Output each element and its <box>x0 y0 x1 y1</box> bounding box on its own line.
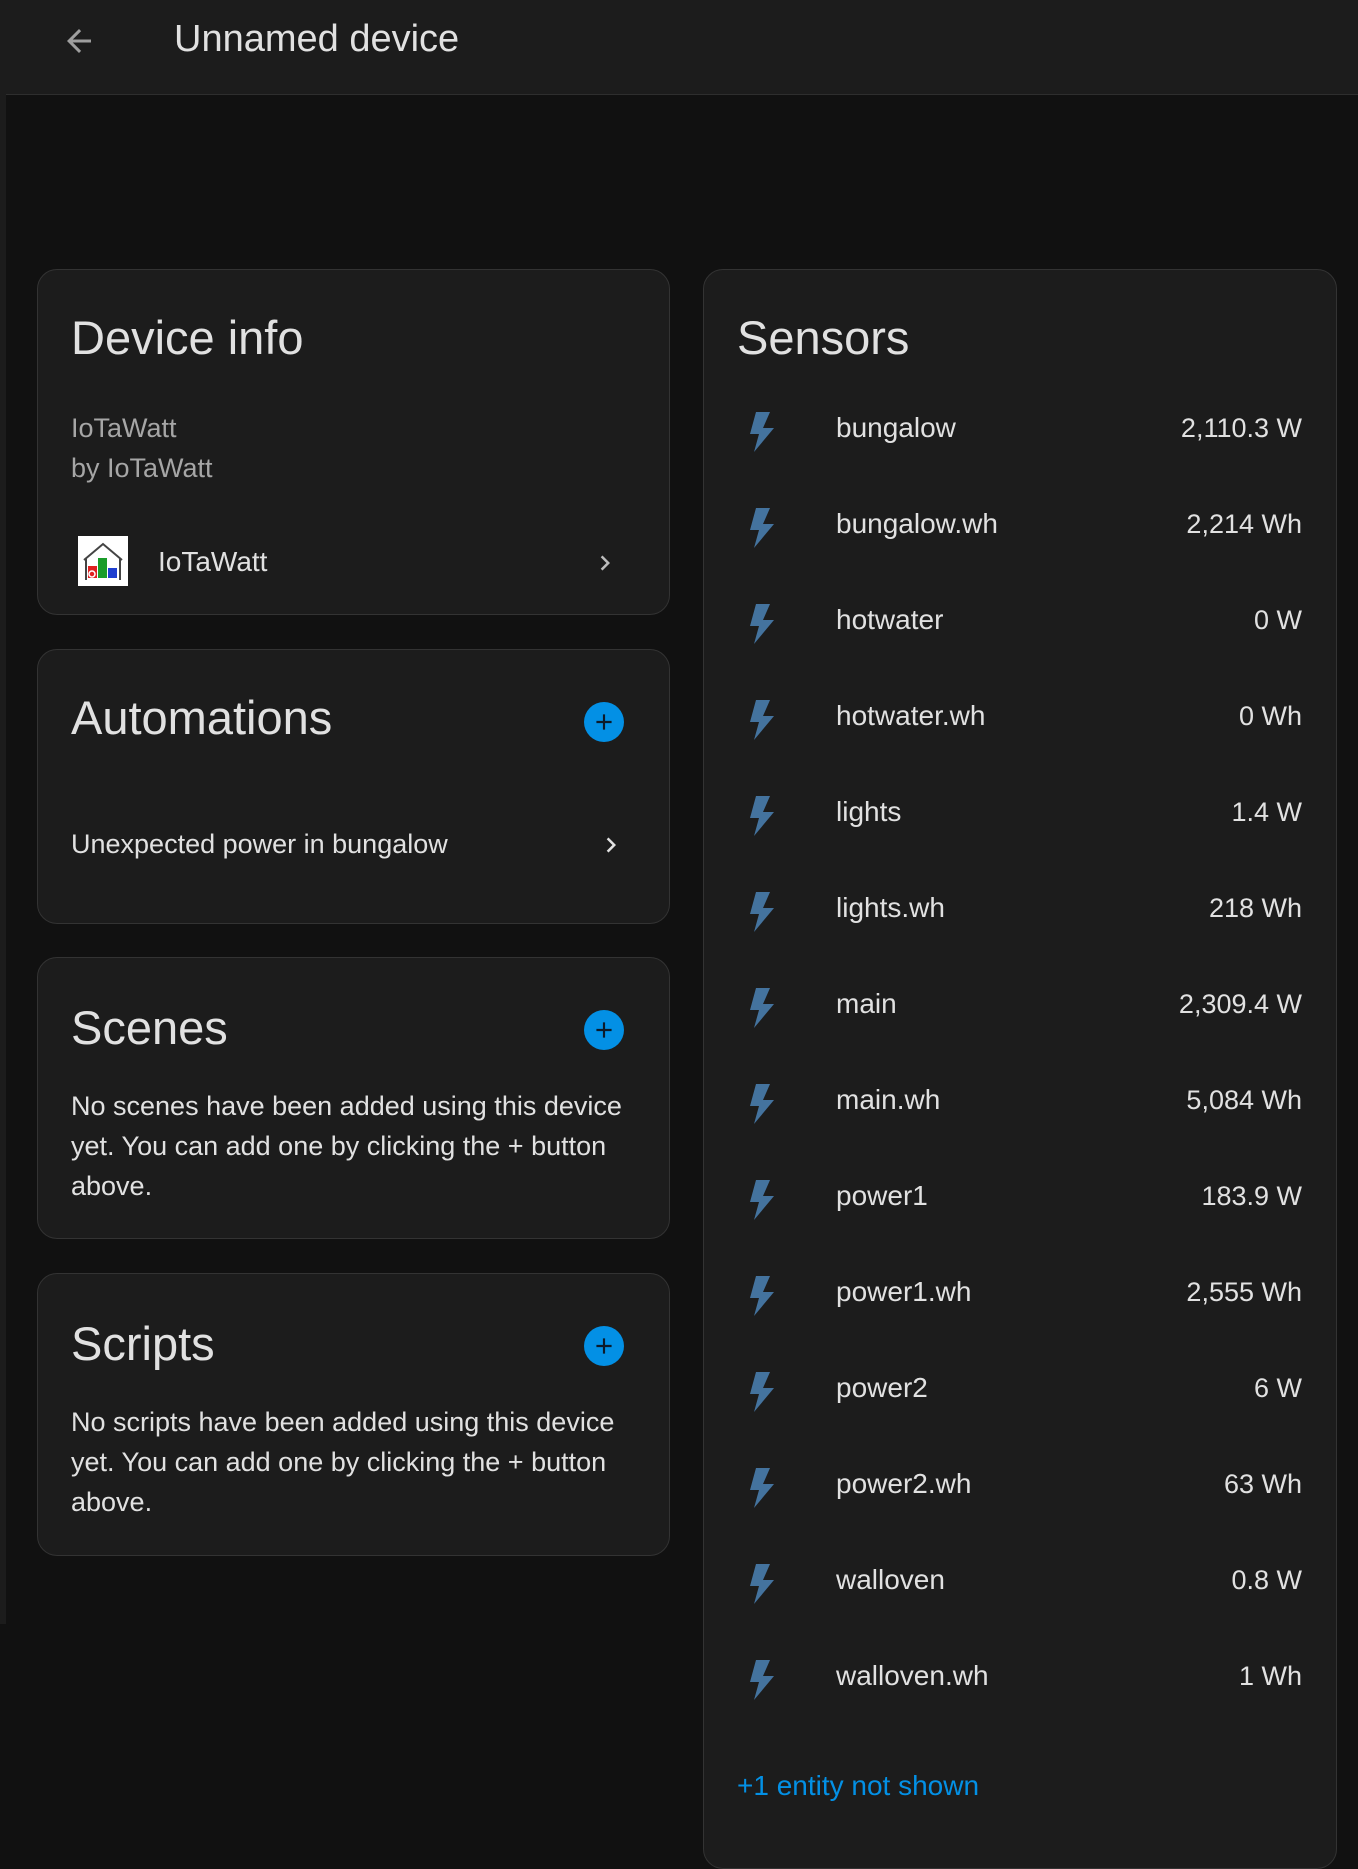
flash-icon <box>744 1274 780 1318</box>
sensor-value: 218 Wh <box>1208 893 1302 923</box>
card-title: Scenes <box>71 1001 228 1054</box>
back-button[interactable] <box>52 14 106 68</box>
sensor-value: 1 Wh <box>1238 1661 1302 1691</box>
top-app-bar: Unnamed device <box>0 0 1358 95</box>
sensor-value: 0.8 W <box>1231 1565 1302 1595</box>
flash-icon <box>744 986 780 1030</box>
sensor-name: walloven.wh <box>836 1660 989 1691</box>
chevron-right-icon <box>590 548 620 578</box>
sensor-name: power2.wh <box>836 1468 972 1499</box>
sensors-card: Sensors bungalow 2,110.3 W bungalow.wh 2,21… <box>703 269 1337 1869</box>
plus-icon <box>596 1338 612 1354</box>
sensor-name: walloven <box>836 1564 945 1595</box>
sensor-name: lights <box>836 796 902 827</box>
entity-not-shown-link[interactable]: +1 entity not shown <box>737 1766 979 1806</box>
plus-icon <box>596 1022 612 1038</box>
flash-icon <box>744 1082 780 1126</box>
scripts-empty-text: No scripts have been added using this de… <box>71 1407 615 1517</box>
flash-icon <box>744 410 780 454</box>
page-title: Unnamed device <box>174 18 460 60</box>
sensor-row[interactable]: bungalow 2,110.3 W <box>704 380 1336 476</box>
card-title: Sensors <box>737 311 910 364</box>
sensor-name: hotwater.wh <box>836 700 986 731</box>
add-automation-button[interactable] <box>584 702 624 742</box>
sensor-value: 2,214 Wh <box>1186 509 1302 539</box>
automations-card: Automations Unexpected power in bungalow <box>37 649 670 924</box>
sensor-row[interactable]: power2.wh 63 Wh <box>704 1436 1336 1532</box>
scenes-empty-text: No scenes have been added using this dev… <box>71 1091 622 1201</box>
sensor-row[interactable]: bungalow.wh 2,214 Wh <box>704 476 1336 572</box>
sensor-row[interactable]: lights.wh 218 Wh <box>704 860 1336 956</box>
sensor-row[interactable]: main.wh 5,084 Wh <box>704 1052 1336 1148</box>
flash-icon <box>744 1466 780 1510</box>
sensor-row[interactable]: power2 6 W <box>704 1340 1336 1436</box>
sensor-value: 63 Wh <box>1223 1469 1302 1499</box>
flash-icon <box>744 698 780 742</box>
sensor-name: power2 <box>836 1372 928 1403</box>
add-scene-button[interactable] <box>584 1010 624 1050</box>
scripts-card: Scripts No scripts have been added using… <box>37 1273 670 1556</box>
scenes-card: Scenes No scenes have been added using t… <box>37 957 670 1239</box>
sensor-row[interactable]: walloven 0.8 W <box>704 1532 1336 1628</box>
sensor-value: 2,309.4 W <box>1178 989 1302 1019</box>
arrow-left-icon <box>67 29 91 53</box>
sensor-value: 183.9 W <box>1201 1181 1302 1211</box>
plus-icon <box>596 714 612 730</box>
sensor-value: 2,110.3 W <box>1180 413 1302 443</box>
automation-label: Unexpected power in bungalow <box>71 829 448 859</box>
flash-icon <box>744 1658 780 1702</box>
sensor-name: bungalow <box>836 412 956 443</box>
card-title: Scripts <box>71 1317 215 1370</box>
sensor-row[interactable]: power1.wh 2,555 Wh <box>704 1244 1336 1340</box>
sensor-name: power1.wh <box>836 1276 972 1307</box>
card-title: Automations <box>71 691 333 744</box>
sensor-name: main <box>836 988 897 1019</box>
sensor-value: 5,084 Wh <box>1186 1085 1302 1115</box>
sensor-value: 0 Wh <box>1238 701 1302 731</box>
sensor-value: 2,555 Wh <box>1186 1277 1302 1307</box>
flash-icon <box>744 1178 780 1222</box>
sensor-name: bungalow.wh <box>836 508 998 539</box>
sensor-value: 6 W <box>1253 1373 1302 1403</box>
device-manufacturer: by IoTaWatt <box>71 453 213 483</box>
flash-icon <box>744 794 780 838</box>
iotawatt-logo-icon <box>78 536 128 586</box>
flash-icon <box>744 890 780 934</box>
flash-icon <box>744 506 780 550</box>
sensor-name: lights.wh <box>836 892 945 923</box>
add-script-button[interactable] <box>584 1326 624 1366</box>
sensor-value: 1.4 W <box>1231 797 1302 827</box>
automation-item[interactable]: Unexpected power in bungalow <box>38 814 669 874</box>
sensor-row[interactable]: hotwater 0 W <box>704 572 1336 668</box>
flash-icon <box>744 1562 780 1606</box>
sensor-row[interactable]: main 2,309.4 W <box>704 956 1336 1052</box>
device-info-card: Device info IoTaWatt by IoTaWatt IoTaWat… <box>37 269 670 615</box>
sensor-row[interactable]: lights 1.4 W <box>704 764 1336 860</box>
sensor-name: hotwater <box>836 604 944 635</box>
sensor-row[interactable]: walloven.wh 1 Wh <box>704 1628 1336 1724</box>
flash-icon <box>744 602 780 646</box>
sensor-name: main.wh <box>836 1084 941 1115</box>
sidebar-edge <box>0 94 6 1624</box>
card-title: Device info <box>71 311 304 364</box>
sensor-row[interactable]: hotwater.wh 0 Wh <box>704 668 1336 764</box>
sensor-value: 0 W <box>1253 605 1302 635</box>
flash-icon <box>744 1370 780 1414</box>
sensor-name: power1 <box>836 1180 928 1211</box>
integration-label: IoTaWatt <box>158 546 268 577</box>
sensor-row[interactable]: power1 183.9 W <box>704 1148 1336 1244</box>
chevron-right-icon <box>596 830 626 860</box>
device-model: IoTaWatt <box>71 413 177 443</box>
integration-row[interactable]: IoTaWatt <box>38 528 669 600</box>
